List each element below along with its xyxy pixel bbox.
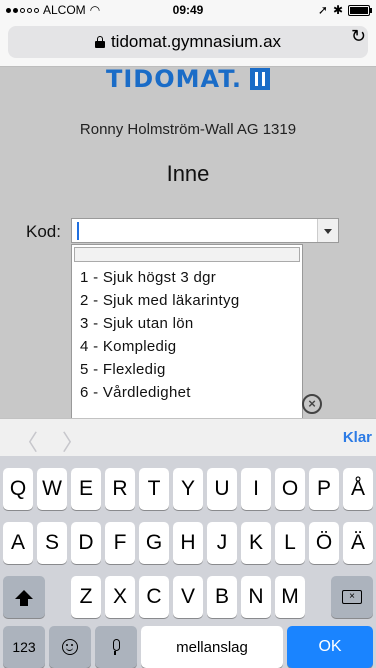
backspace-icon: × [342,590,362,604]
microphone-icon [112,639,120,655]
dropdown-option[interactable]: 2 - Sjuk med läkarintyg [80,289,302,312]
keyboard-accessory-bar: 〈 〉 Klar [0,418,376,457]
key-e[interactable]: E [71,468,101,510]
dropdown-option[interactable]: 6 - Vårdledighet [80,381,302,404]
key-k[interactable]: K [241,522,271,564]
web-page: TIDOMAT. Ronny Holmström-Wall AG 1319 In… [0,67,376,418]
dropdown-option[interactable]: 1 - Sjuk högst 3 dgr [80,266,302,289]
key-h[interactable]: H [173,522,203,564]
key-b[interactable]: B [207,576,237,618]
key-p[interactable]: P [309,468,339,510]
key-x[interactable]: X [105,576,135,618]
key-m[interactable]: M [275,576,305,618]
chevron-down-icon[interactable] [317,219,338,242]
reload-icon[interactable]: ↻ [351,26,366,47]
text-cursor [77,222,79,240]
ok-key[interactable]: OK [287,626,373,668]
key-t[interactable]: T [139,468,169,510]
key-a-umlaut[interactable]: Ä [343,522,373,564]
location-icon: ➚ [317,3,328,17]
key-q[interactable]: Q [3,468,33,510]
space-key[interactable]: mellanslag [141,626,283,668]
tidomat-logo-mark [250,68,271,90]
numbers-key[interactable]: 123 [3,626,45,668]
close-icon[interactable]: × [302,394,322,414]
key-n[interactable]: N [241,576,271,618]
key-j[interactable]: J [207,522,237,564]
browser-toolbar: tidomat.gymnasium.ax ↻ [0,20,376,67]
key-f[interactable]: F [105,522,135,564]
kod-select[interactable] [71,218,339,243]
previous-field-icon[interactable]: 〈 [16,425,38,457]
key-w[interactable]: W [37,468,67,510]
status-bar: ALCOM ◠ 09:49 ➚ ✱ [0,0,376,20]
shift-key[interactable] [3,576,45,618]
kod-dropdown: 1 - Sjuk högst 3 dgr 2 - Sjuk med läkari… [71,244,303,418]
done-button[interactable]: Klar [343,429,372,446]
dropdown-search-input[interactable] [74,247,300,262]
backspace-key[interactable]: × [331,576,373,618]
keyboard: Q W E R T Y U I O P Å A S D F G H J K L … [0,456,376,668]
dropdown-option[interactable]: 3 - Sjuk utan lön [80,312,302,335]
key-i[interactable]: I [241,468,271,510]
url-text: tidomat.gymnasium.ax [110,32,282,51]
dropdown-option[interactable]: 5 - Flexledig [80,358,302,381]
key-a[interactable]: A [3,522,33,564]
key-u[interactable]: U [207,468,237,510]
presence-status: Inne [166,161,210,186]
lock-icon [94,36,105,48]
battery-icon [348,4,372,16]
address-bar[interactable]: tidomat.gymnasium.ax [8,26,368,58]
user-name: Ronny Holmström-Wall AG 1319 [79,121,297,138]
tidomat-logo: TIDOMAT. [0,67,376,93]
key-o-umlaut[interactable]: Ö [309,522,339,564]
shift-arrow-icon [15,589,33,606]
dictation-key[interactable] [95,626,137,668]
emoji-icon [62,639,78,655]
key-y[interactable]: Y [173,468,203,510]
key-z[interactable]: Z [71,576,101,618]
dropdown-option[interactable]: 4 - Kompledig [80,335,302,358]
key-a-ring[interactable]: Å [343,468,373,510]
kod-label: Kod: [26,222,61,241]
key-o[interactable]: O [275,468,305,510]
key-v[interactable]: V [173,576,203,618]
key-d[interactable]: D [71,522,101,564]
emoji-key[interactable] [49,626,91,668]
next-field-icon[interactable]: 〉 [62,425,84,457]
key-r[interactable]: R [105,468,135,510]
key-g[interactable]: G [139,522,169,564]
key-c[interactable]: C [139,576,169,618]
bluetooth-icon: ✱ [332,3,343,17]
key-s[interactable]: S [37,522,67,564]
key-l[interactable]: L [275,522,305,564]
